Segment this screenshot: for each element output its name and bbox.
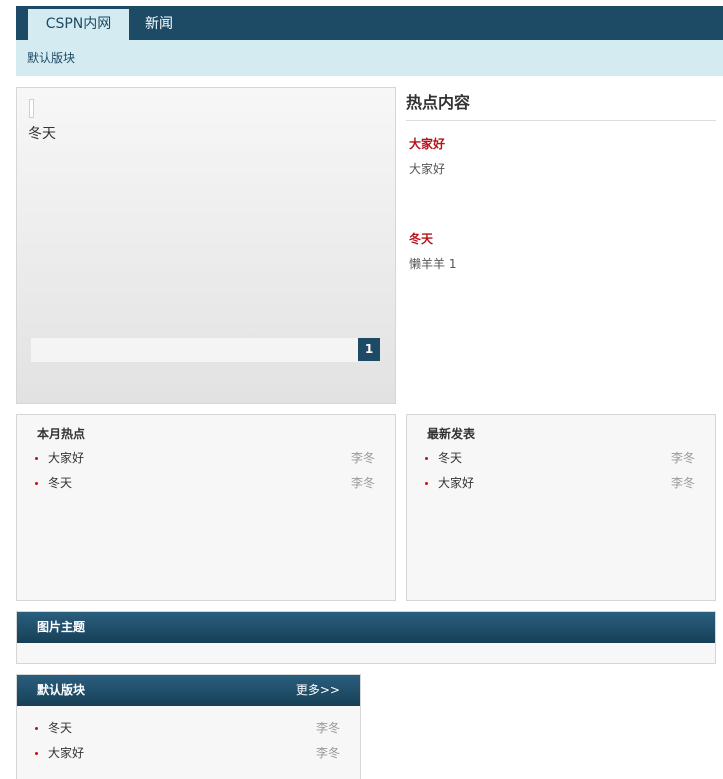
- hot-item-desc: 大家好: [409, 162, 446, 176]
- image-topics-header: 图片主题: [17, 612, 715, 643]
- nav-tab-cspn[interactable]: CSPN内网: [28, 9, 129, 40]
- hot-item-title[interactable]: 大家好: [409, 135, 445, 152]
- list-item: 冬天 李冬: [425, 446, 695, 471]
- slider-caption[interactable]: 冬天: [28, 123, 56, 143]
- latest-posts-list: 冬天 李冬 大家好 李冬: [425, 446, 695, 496]
- default-board-panel: 默认版块 更多>> 冬天 李冬 大家好 李冬: [16, 674, 361, 779]
- list-item: 冬天 李冬: [35, 471, 375, 496]
- list-item: 大家好 李冬: [35, 741, 340, 766]
- image-topics-panel: 图片主题: [16, 611, 716, 664]
- bullet-icon: [35, 482, 38, 485]
- monthly-hot-panel: 本月热点 大家好 李冬 冬天 李冬: [16, 414, 396, 601]
- slider-image-placeholder[interactable]: [29, 99, 34, 118]
- list-item-author: 李冬: [350, 476, 375, 490]
- list-item-link[interactable]: 大家好: [438, 471, 474, 496]
- latest-posts-title: 最新发表: [427, 427, 476, 441]
- hot-item: 冬天 懒羊羊 1: [409, 230, 456, 272]
- default-board-title: 默认版块: [37, 683, 86, 697]
- slider-page-button[interactable]: 1: [358, 338, 380, 361]
- list-item-link[interactable]: 冬天: [438, 446, 462, 471]
- default-board-header: 默认版块 更多>>: [17, 675, 360, 706]
- list-item-link[interactable]: 冬天: [48, 716, 72, 741]
- list-item: 冬天 李冬: [35, 716, 340, 741]
- list-item: 大家好 李冬: [425, 471, 695, 496]
- list-item-author: 李冬: [670, 451, 695, 465]
- monthly-hot-list: 大家好 李冬 冬天 李冬: [35, 446, 375, 496]
- monthly-hot-title: 本月热点: [37, 427, 86, 441]
- list-item-author: 李冬: [315, 746, 340, 760]
- slider-caption-bar: [31, 338, 358, 362]
- top-nav: CSPN内网 新闻: [16, 6, 723, 40]
- list-item-author: 李冬: [350, 451, 375, 465]
- list-item-author: 李冬: [670, 476, 695, 490]
- more-link[interactable]: 更多>>: [296, 675, 340, 706]
- bullet-icon: [35, 457, 38, 460]
- list-item-author: 李冬: [315, 721, 340, 735]
- image-slider: 冬天 1: [16, 87, 396, 404]
- latest-posts-panel: 最新发表 冬天 李冬 大家好 李冬: [406, 414, 716, 601]
- hot-item: 大家好 大家好: [409, 135, 445, 177]
- subnav-default-board[interactable]: 默认版块: [27, 40, 75, 76]
- bullet-icon: [425, 482, 428, 485]
- nav-tab-news[interactable]: 新闻: [145, 6, 173, 40]
- hot-content-title: 热点内容: [406, 87, 716, 121]
- list-item-link[interactable]: 大家好: [48, 741, 84, 766]
- hot-item-desc: 懒羊羊 1: [409, 257, 457, 271]
- list-item-link[interactable]: 冬天: [48, 471, 72, 496]
- list-item-link[interactable]: 大家好: [48, 446, 84, 471]
- bullet-icon: [35, 752, 38, 755]
- list-item: 大家好 李冬: [35, 446, 375, 471]
- default-board-list: 冬天 李冬 大家好 李冬: [35, 716, 340, 766]
- hot-item-title[interactable]: 冬天: [409, 230, 456, 247]
- bullet-icon: [35, 727, 38, 730]
- hot-content: 热点内容 大家好 大家好 冬天 懒羊羊 1: [406, 87, 716, 271]
- bullet-icon: [425, 457, 428, 460]
- image-topics-title: 图片主题: [37, 620, 86, 634]
- sub-nav: 默认版块: [16, 40, 723, 76]
